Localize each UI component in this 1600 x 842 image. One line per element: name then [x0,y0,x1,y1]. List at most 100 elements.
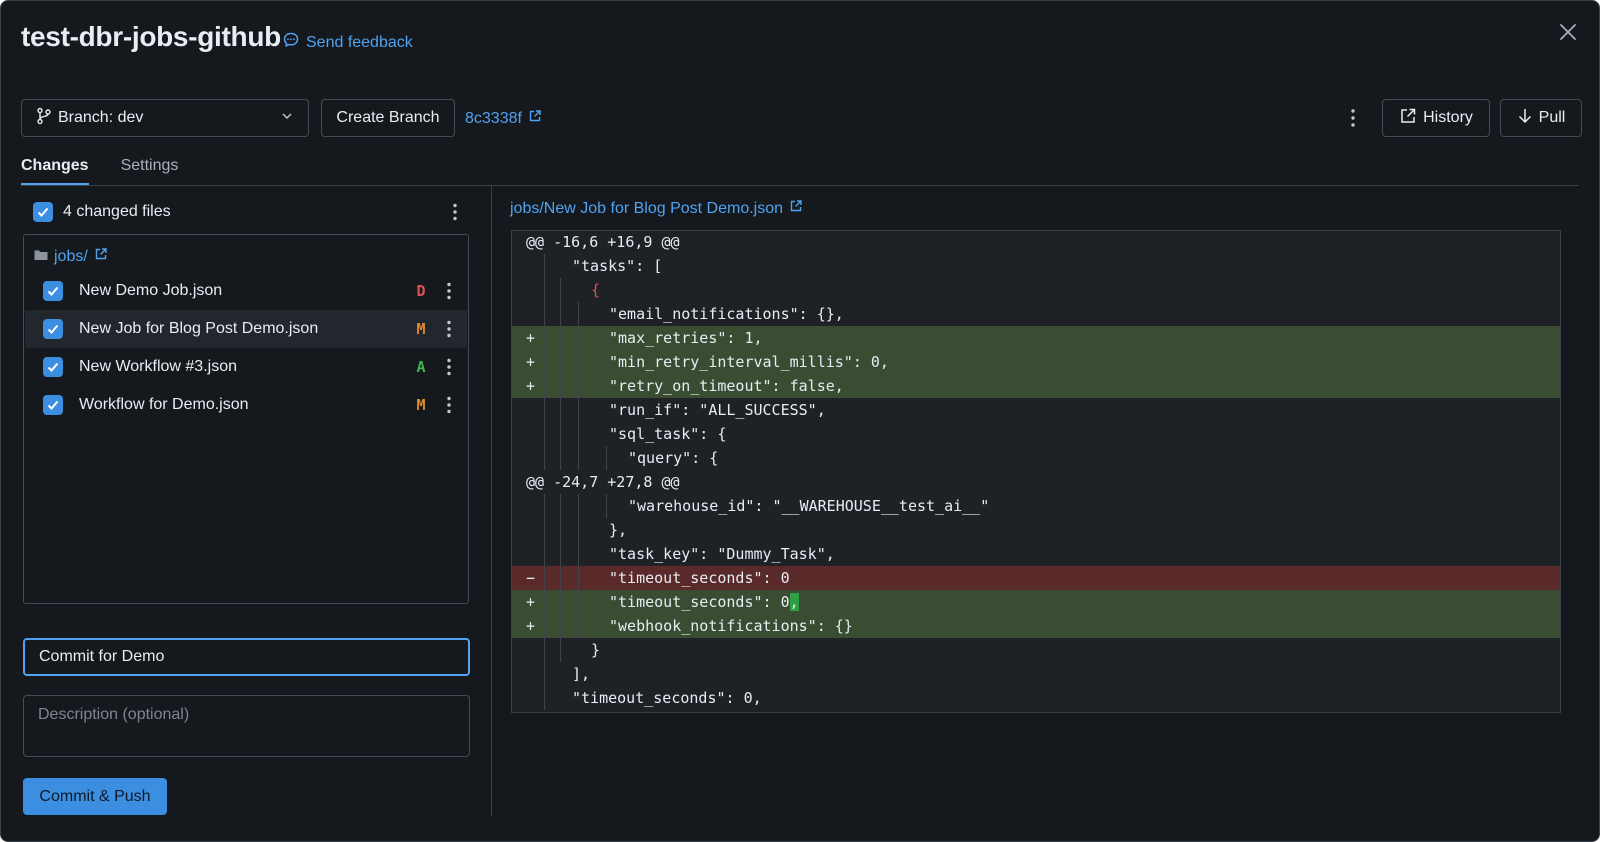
more-options-icon[interactable] [439,319,459,339]
diff-line: "sql_task": { [512,422,1560,446]
file-name: Workflow for Demo.json [79,396,249,413]
indent-guide [544,254,545,278]
close-icon[interactable] [1557,21,1579,43]
more-options-icon[interactable] [439,281,459,301]
diff-code: } [591,638,600,662]
more-options-icon[interactable] [439,357,459,377]
indent-guide [578,302,579,326]
indent-guide [578,326,579,350]
file-row[interactable]: New Demo Job.json D [25,272,467,310]
diff-line: "email_notifications": {}, [512,302,1560,326]
diff-code-text: } [591,641,601,659]
create-branch-button[interactable]: Create Branch [321,99,455,137]
dialog-title: test-dbr-jobs-github [21,21,281,52]
file-status-badge: A [416,358,426,376]
diff-code: }, [609,518,627,542]
indent-guide [544,518,545,542]
diff-line: + "retry_on_timeout": false, [512,374,1560,398]
pane-divider[interactable] [491,186,492,816]
file-checkbox[interactable] [43,357,63,377]
added-marker: + [526,329,536,347]
diff-code: "timeout_seconds": 0, [572,686,762,710]
commit-hash-link[interactable]: 8c3338f [465,109,542,128]
added-marker: + [526,617,536,635]
diff-code-text: "email_notifications": {}, [609,305,844,323]
indent-guide [544,542,545,566]
indent-guide [560,638,561,662]
diff-code-text: ], [572,665,591,683]
send-feedback-label: Send feedback [306,33,413,51]
diff-code-text: "query": { [628,449,719,467]
select-all-checkbox[interactable] [33,202,53,222]
diff-code-text: "task_key": "Dummy_Task", [609,545,835,563]
indent-guide [544,350,545,374]
indent-guide [544,686,545,710]
more-options-icon[interactable] [1343,107,1363,129]
diff-line: { [512,278,1560,302]
file-row[interactable]: New Workflow #3.json A [25,348,467,386]
file-status-badge: M [416,396,426,414]
diff-code-text: "min_retry_interval_millis": 0, [609,353,889,371]
commit-hash-label: 8c3338f [465,109,522,127]
indent-guide [578,446,579,470]
indent-guide [560,278,561,302]
indent-guide [560,302,561,326]
send-feedback-link[interactable]: Send feedback [282,31,413,54]
checkmark-icon [37,207,49,217]
diff-viewer[interactable]: @@ -16,6 +16,9 @@ "tasks": [{"email_notif… [511,230,1561,713]
external-link-icon[interactable] [94,247,108,266]
indent-guide [560,446,561,470]
file-checkbox[interactable] [43,281,63,301]
diff-line: + "max_retries": 1, [512,326,1560,350]
pull-button[interactable]: Pull [1500,99,1582,137]
commit-description-input[interactable] [23,695,470,757]
indent-guide [578,350,579,374]
checkmark-icon [47,362,59,372]
file-status-badge: M [416,320,426,338]
external-link-icon [528,109,542,128]
file-checkbox[interactable] [43,395,63,415]
diff-code-text: "timeout_seconds": 0 [609,593,790,611]
more-options-icon[interactable] [439,395,459,415]
diff-code: "query": { [628,446,718,470]
diff-file-link[interactable]: jobs/New Job for Blog Post Demo.json [510,199,803,218]
removed-marker: − [526,569,536,587]
diff-code-text: "warehouse_id": "__WAREHOUSE__test_ai__" [628,497,990,515]
checkmark-icon [47,324,59,334]
indent-guide [560,398,561,422]
indent-guide [544,374,545,398]
git-branch-icon [36,107,52,130]
diff-code-text: "webhook_notifications": {} [609,617,853,635]
file-checkbox[interactable] [43,319,63,339]
commit-message-input[interactable] [23,638,470,676]
branch-select[interactable]: Branch: dev [21,99,309,137]
more-options-icon[interactable] [445,202,465,222]
tab-settings[interactable]: Settings [121,157,179,185]
indent-guide [578,614,579,638]
diff-code: "run_if": "ALL_SUCCESS", [609,398,826,422]
tab-changes[interactable]: Changes [21,157,89,185]
indent-guide [544,422,545,446]
folder-label: jobs/ [54,247,88,265]
file-status-badge: D [416,282,426,300]
folder-jobs[interactable]: jobs/ [34,247,108,266]
indent-guide [544,638,545,662]
changed-files-count: 4 changed files [63,203,171,220]
indent-guide [560,590,561,614]
commit-and-push-button[interactable]: Commit & Push [23,778,167,815]
indent-guide [560,374,561,398]
added-marker: + [526,353,536,371]
diff-hunk-header: @@ -24,7 +27,8 @@ [512,470,1560,494]
indent-guide [544,590,545,614]
file-row[interactable]: New Job for Blog Post Demo.json M [25,310,467,348]
diff-line: "timeout_seconds": 0, [512,686,1560,710]
changed-files-tree: jobs/ New Demo Job.json D New Job for Blog… [23,234,469,604]
indent-guide [560,494,561,518]
diff-line: "tasks": [ [512,254,1560,278]
file-row[interactable]: Workflow for Demo.json M [25,386,467,424]
history-button[interactable]: History [1382,99,1490,137]
indent-guide [560,566,561,590]
indent-guide [544,614,545,638]
chat-bubble-icon [282,31,300,54]
folder-icon [34,248,48,266]
